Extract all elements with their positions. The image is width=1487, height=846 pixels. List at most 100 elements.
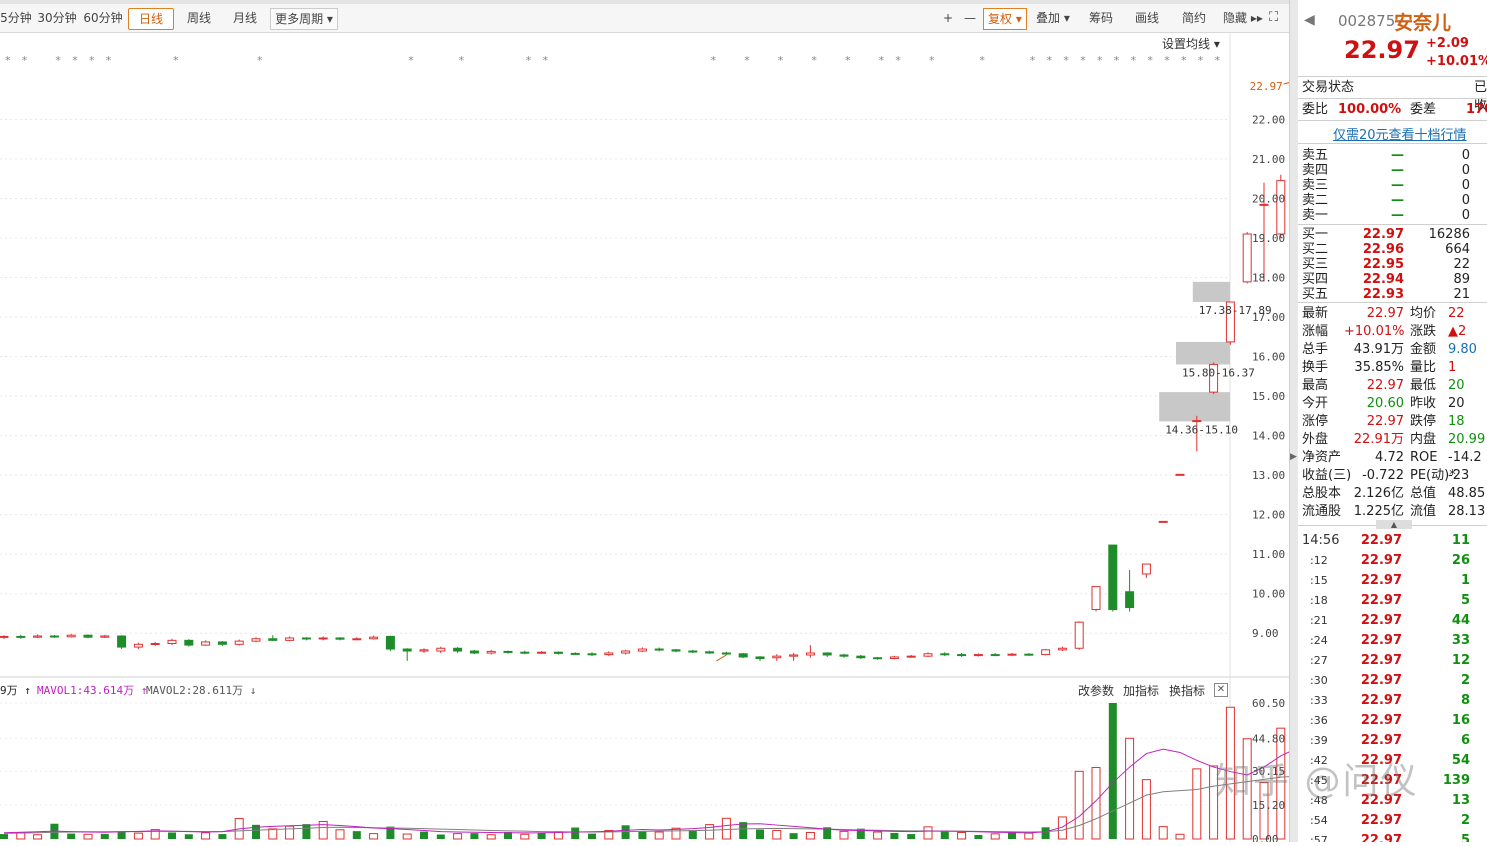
ask-row[interactable]: 卖三 — 0 [1298, 178, 1487, 193]
volume-bar[interactable] [302, 824, 311, 839]
event-marker[interactable]: * [526, 54, 532, 67]
event-marker[interactable]: * [22, 54, 28, 67]
candle-body[interactable] [537, 651, 547, 654]
volume-bar[interactable] [100, 833, 109, 839]
period-5min[interactable]: 5分钟 [0, 8, 32, 28]
volume-bar[interactable] [285, 825, 295, 840]
candle-body[interactable] [637, 648, 647, 652]
price-zone[interactable] [1159, 392, 1230, 422]
candle-body[interactable] [688, 650, 698, 653]
candle-body[interactable] [184, 639, 194, 646]
candle-body[interactable] [486, 650, 496, 654]
volume-bar[interactable] [218, 834, 227, 839]
volume-bar[interactable] [268, 828, 278, 840]
candle-body[interactable] [654, 648, 664, 651]
volume-bar[interactable] [184, 834, 193, 839]
event-marker[interactable]: * [811, 54, 817, 67]
draw-line-button[interactable]: 画线 [1135, 8, 1159, 28]
candle-body[interactable] [553, 651, 563, 654]
event-marker[interactable]: * [1147, 54, 1153, 67]
volume-bar[interactable] [923, 826, 933, 840]
volume-bar[interactable] [1008, 832, 1016, 839]
period-30min[interactable]: 30分钟 [36, 8, 78, 28]
period-monthly[interactable]: 月线 [224, 8, 266, 28]
event-marker[interactable]: * [1215, 54, 1221, 67]
set-ma-dropdown[interactable]: 设置均线 ▾ [1162, 35, 1220, 52]
event-marker[interactable]: * [72, 54, 78, 67]
candle-body[interactable] [789, 654, 799, 657]
volume-bar[interactable] [654, 831, 664, 840]
candle-body[interactable] [301, 637, 311, 640]
event-marker[interactable]: * [1063, 54, 1069, 67]
volume-bar[interactable] [1225, 706, 1235, 840]
kline-chart-area[interactable]: 22.00 21.00 20.00 19.00 18.00 17.00 16.00 15.00… [0, 33, 1319, 846]
volume-bar[interactable] [990, 833, 1000, 840]
zoom-out-button[interactable]: — [962, 8, 978, 28]
candle-body[interactable] [117, 635, 127, 648]
candle-body[interactable] [33, 635, 43, 638]
candle-body[interactable] [133, 643, 143, 648]
candle-body[interactable] [1242, 233, 1252, 283]
candle-body[interactable] [66, 634, 76, 638]
volume-bar[interactable] [1141, 779, 1151, 840]
volume-bar[interactable] [957, 831, 967, 840]
event-marker[interactable]: * [408, 54, 414, 67]
candle-body[interactable] [772, 655, 782, 659]
candle-body[interactable] [402, 648, 412, 652]
event-marker[interactable]: * [778, 54, 784, 67]
event-marker[interactable]: * [1181, 54, 1187, 67]
candle-body[interactable] [217, 641, 227, 645]
bid-row[interactable]: 买二 22.96 664 [1298, 242, 1487, 257]
candle-body[interactable] [570, 652, 580, 655]
candle-body[interactable] [889, 656, 899, 660]
candle-body[interactable] [1125, 591, 1135, 609]
event-marker[interactable]: * [89, 54, 95, 67]
event-marker[interactable]: * [979, 54, 985, 67]
candle-body[interactable] [856, 655, 866, 659]
event-marker[interactable]: * [55, 54, 61, 67]
event-marker[interactable]: * [845, 54, 851, 67]
bid-row[interactable]: 买一 22.97 16286 [1298, 227, 1487, 242]
period-daily[interactable]: 日线 [128, 8, 174, 30]
volume-bar[interactable] [688, 830, 697, 839]
event-marker[interactable]: * [1114, 54, 1120, 67]
volume-bar[interactable] [1209, 765, 1219, 840]
fullscreen-icon[interactable]: ⛶ [1269, 8, 1278, 28]
event-marker[interactable]: * [744, 54, 750, 67]
candle-body[interactable] [520, 651, 530, 654]
simple-mode-button[interactable]: 简约 [1182, 8, 1206, 28]
candle-body[interactable] [167, 639, 177, 645]
back-arrow-icon[interactable]: ◀ [1304, 12, 1315, 28]
candle-body[interactable] [1007, 653, 1017, 656]
candle-body[interactable] [1074, 621, 1084, 649]
volume-bar[interactable] [772, 829, 782, 840]
event-marker[interactable]: * [1131, 54, 1137, 67]
volume-bar[interactable] [402, 833, 412, 840]
volume-bar[interactable] [420, 831, 428, 839]
candle-body[interactable] [318, 637, 328, 640]
candle-body[interactable] [621, 650, 631, 654]
event-marker[interactable]: * [895, 54, 901, 67]
event-marker[interactable]: * [543, 54, 549, 67]
candle-body[interactable] [16, 635, 26, 638]
candle-body[interactable] [234, 640, 244, 645]
zoom-in-button[interactable]: + [940, 8, 956, 28]
price-zone[interactable] [1192, 281, 1230, 302]
switch-indicator-button[interactable]: 换指标 [1169, 682, 1205, 699]
hide-panel-button[interactable]: 隐藏 ▸▸ [1223, 8, 1263, 28]
candle-body[interactable] [906, 655, 916, 658]
volume-bar[interactable] [805, 831, 815, 840]
volume-bar[interactable] [33, 834, 43, 840]
volume-bar[interactable] [940, 831, 949, 839]
candle-body[interactable] [436, 647, 446, 652]
collapse-arrow-icon[interactable]: ▶ [1290, 452, 1297, 462]
volume-bar[interactable] [453, 833, 463, 840]
candle-body[interactable] [822, 652, 832, 656]
event-marker[interactable]: * [879, 54, 885, 67]
volume-bar[interactable] [369, 833, 379, 840]
volume-bar[interactable] [571, 827, 580, 839]
volume-bar[interactable] [839, 830, 849, 840]
candle-body[interactable] [957, 654, 967, 657]
event-marker[interactable]: * [1198, 54, 1204, 67]
volume-bar[interactable] [470, 833, 479, 839]
